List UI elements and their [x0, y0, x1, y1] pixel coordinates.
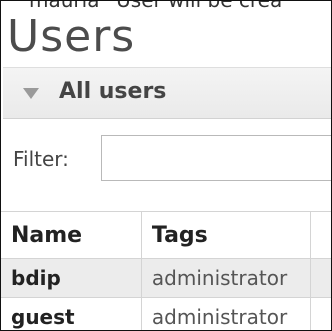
empty-cell [310, 297, 331, 330]
user-tags-cell: administrator [141, 297, 312, 330]
user-name-cell[interactable]: guest [1, 297, 142, 330]
column-header-name[interactable]: Name [1, 211, 142, 259]
column-header-tags[interactable]: Tags [141, 211, 312, 259]
user-name-cell[interactable]: bdip [1, 258, 142, 298]
users-panel: mauria “User will be crea Users All user… [0, 0, 332, 331]
column-header-extra [310, 211, 331, 259]
page-title: Users [7, 11, 136, 62]
table-row[interactable]: bdip administrator [1, 258, 331, 298]
user-name-link[interactable]: bdip [11, 266, 61, 290]
table-header-row: Name Tags [1, 211, 331, 259]
table-row[interactable]: guest administrator [1, 297, 331, 330]
user-tags-cell: administrator [141, 258, 312, 298]
user-name-link[interactable]: guest [11, 305, 75, 329]
empty-cell [310, 258, 331, 298]
users-table: Name Tags bdip administrator guest admin… [1, 211, 331, 330]
filter-label: Filter: [13, 147, 69, 171]
section-label: All users [59, 79, 167, 104]
filter-input[interactable] [101, 135, 331, 181]
all-users-section-toggle[interactable]: All users [3, 67, 331, 119]
collapse-triangle-icon [23, 88, 39, 99]
